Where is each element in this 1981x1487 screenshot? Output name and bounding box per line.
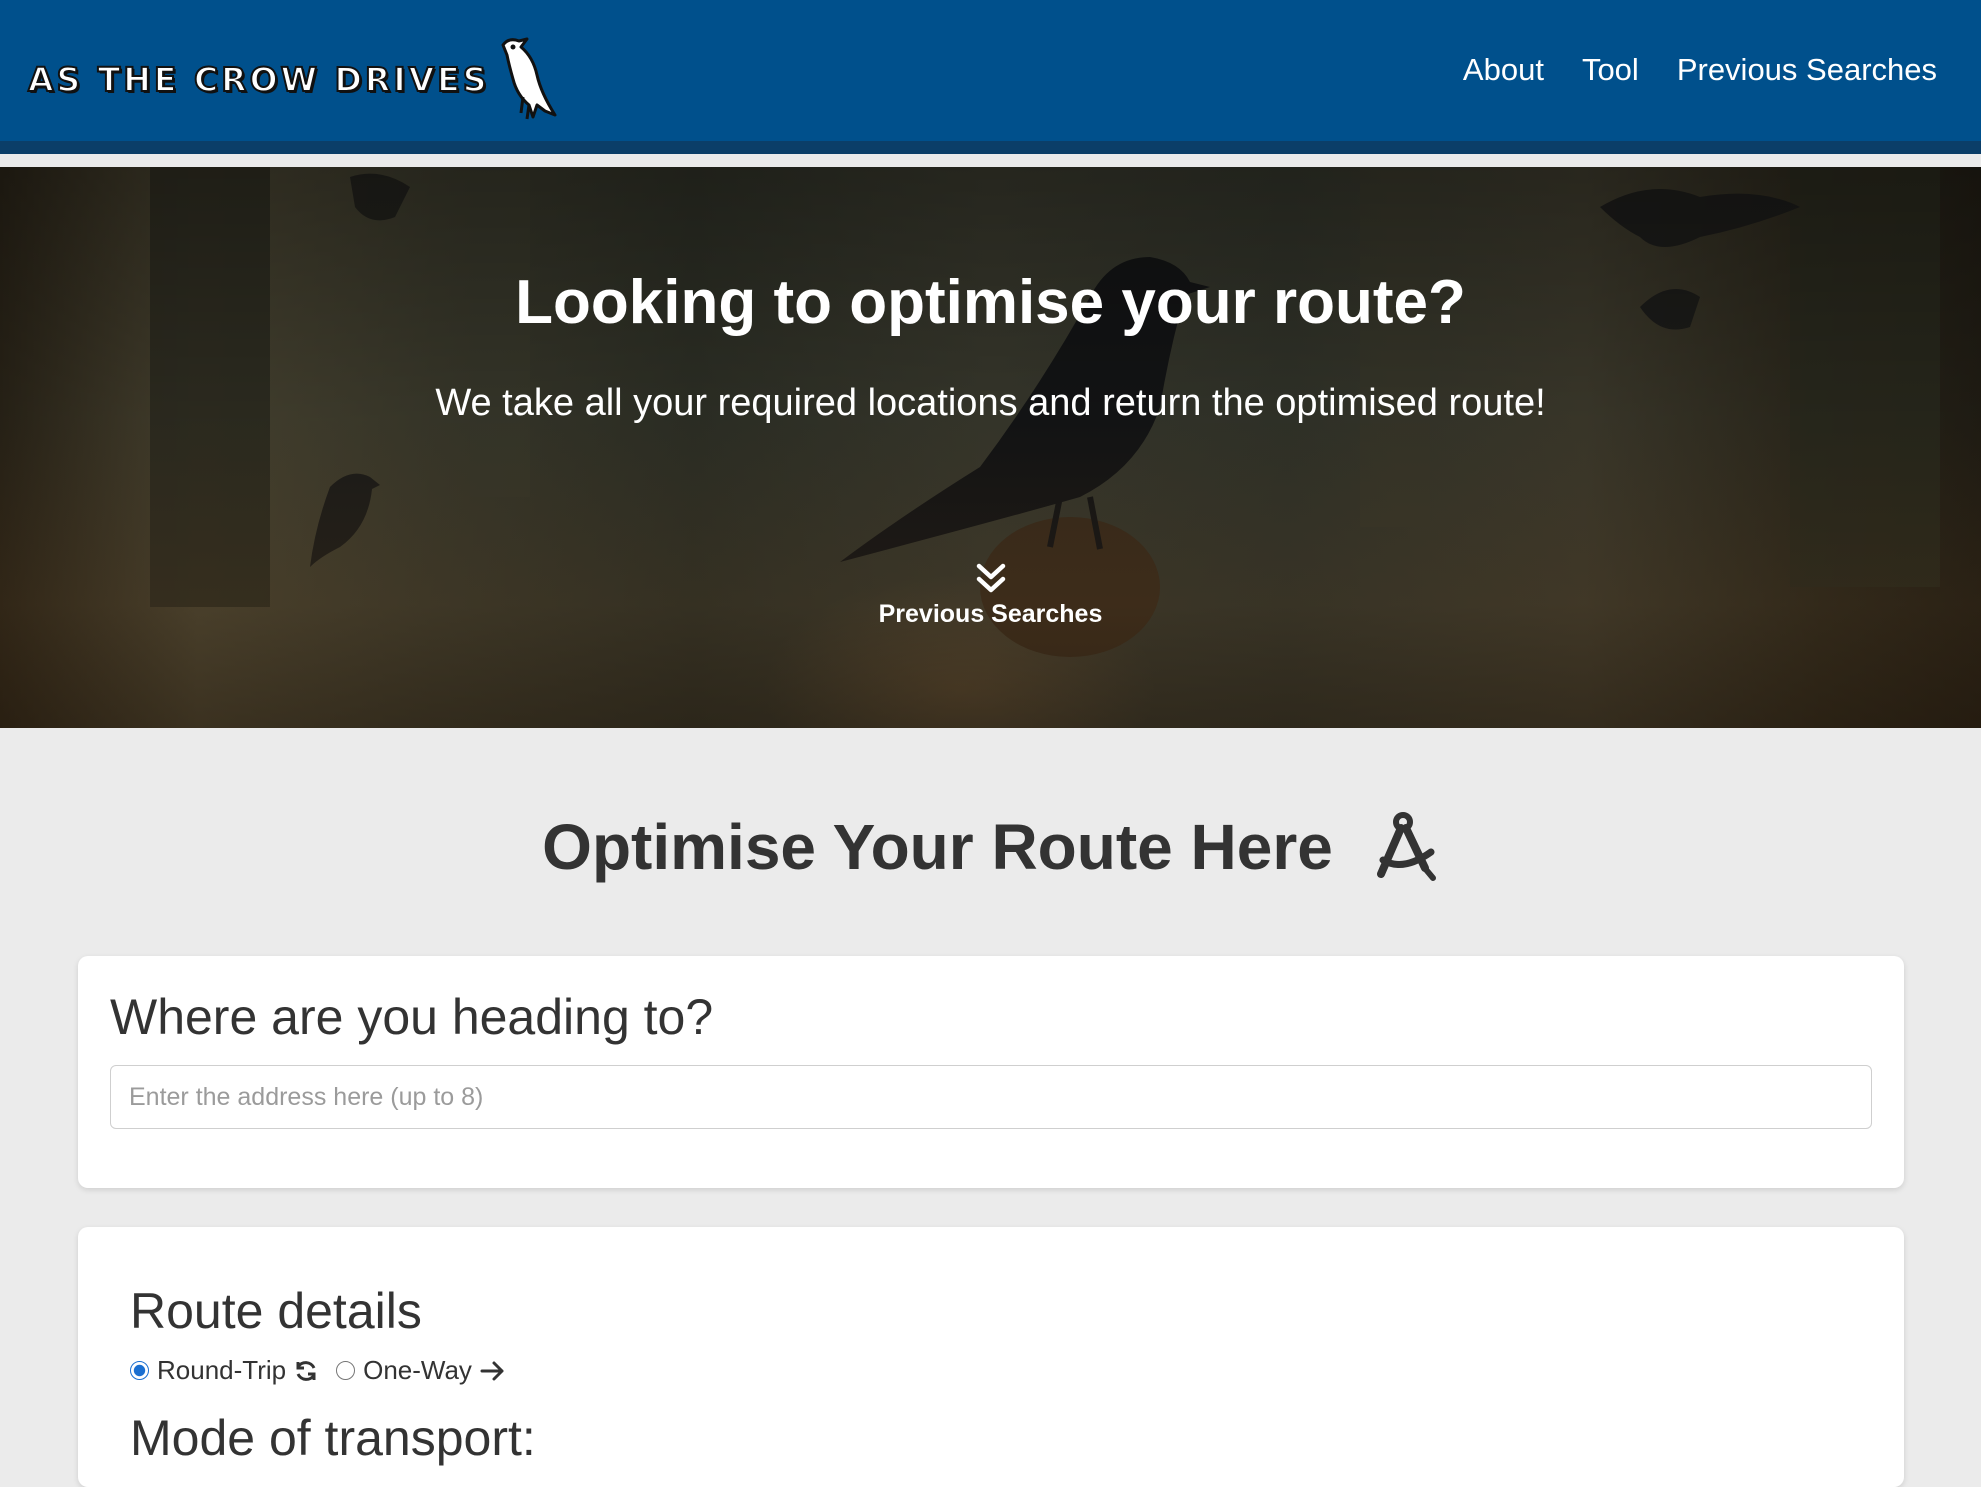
round-trip-label: Round-Trip: [157, 1355, 287, 1385]
brand-text: AS THE CROW DRIVES: [27, 59, 490, 100]
tool-section-title: Optimise Your Route Here: [0, 810, 1981, 884]
brand-logo[interactable]: AS THE CROW DRIVES: [27, 34, 571, 124]
nav-links: About Tool Previous Searches: [1463, 52, 1937, 88]
compass-drafting-icon: [1376, 812, 1436, 881]
round-trip-radio[interactable]: [130, 1361, 149, 1380]
hero-subtitle: We take all your required locations and …: [435, 382, 1546, 424]
one-way-radio[interactable]: [336, 1361, 356, 1380]
hero-banner: Looking to optimise your route? We take …: [0, 167, 1981, 728]
nav-about[interactable]: About: [1463, 52, 1544, 88]
trip-type-options: Round-Trip One-Way: [130, 1355, 524, 1386]
arrow-right-icon: [480, 1361, 504, 1380]
section-title-text: Optimise Your Route Here: [542, 811, 1333, 883]
double-chevron-down-icon: [976, 563, 1005, 593]
top-navbar: AS THE CROW DRIVES About Tool Previous S…: [0, 0, 1981, 154]
destination-card: Where are you heading to?: [78, 956, 1904, 1188]
route-details-card: Route details Round-Trip One-Way Mode of…: [78, 1227, 1904, 1487]
hero-overlay: [0, 167, 1981, 728]
destination-heading: Where are you heading to?: [110, 989, 714, 1045]
refresh-icon: [296, 1360, 316, 1381]
mode-of-transport-heading: Mode of transport:: [130, 1410, 536, 1466]
hero-title: Looking to optimise your route?: [515, 268, 1466, 337]
nav-tool[interactable]: Tool: [1582, 52, 1639, 88]
one-way-option[interactable]: One-Way: [336, 1355, 506, 1386]
nav-previous-searches[interactable]: Previous Searches: [1677, 52, 1937, 88]
round-trip-option[interactable]: Round-Trip: [130, 1355, 318, 1386]
crow-logo-icon: [501, 37, 557, 120]
scroll-label: Previous Searches: [878, 600, 1103, 628]
route-details-heading: Route details: [130, 1283, 422, 1339]
one-way-label: One-Way: [363, 1355, 472, 1385]
address-input[interactable]: [110, 1065, 1872, 1129]
scroll-to-previous-searches[interactable]: Previous Searches: [0, 562, 1981, 629]
